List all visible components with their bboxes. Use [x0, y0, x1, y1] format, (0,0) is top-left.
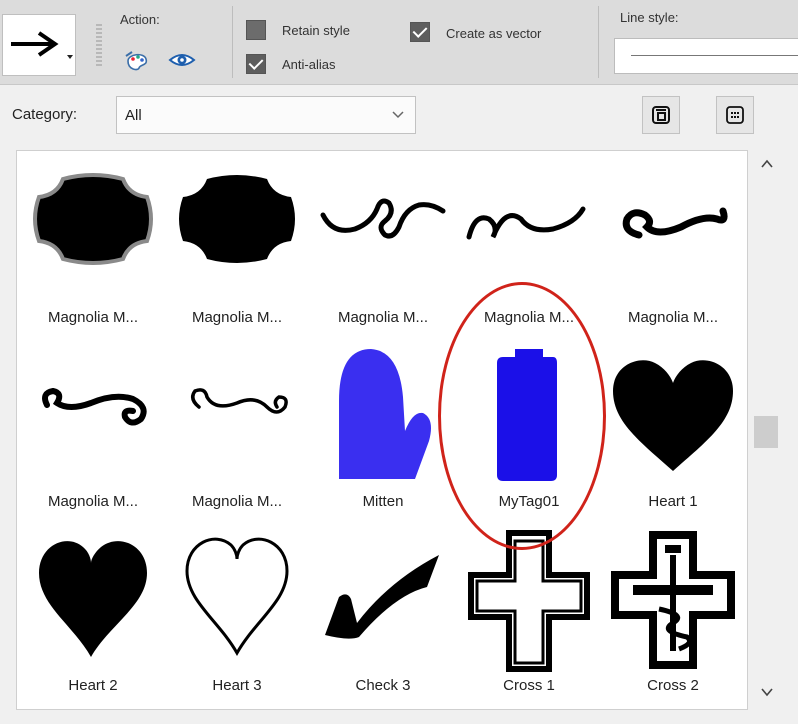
magnolia-scroll-thick-icon	[42, 387, 147, 426]
shape-label: Cross 1	[503, 677, 555, 694]
heart-solid-icon	[613, 360, 733, 471]
shape-item[interactable]: Heart 1	[603, 341, 743, 511]
shape-item[interactable]: Magnolia M...	[313, 157, 453, 327]
shape-item[interactable]: Magnolia M...	[23, 341, 163, 511]
shape-gallery: Magnolia M... Magnolia M... Magnolia M..…	[16, 150, 748, 710]
scroll-thumb[interactable]	[754, 416, 778, 448]
shape-item[interactable]: Heart 3	[167, 525, 307, 695]
chevron-down-icon	[67, 55, 73, 59]
view-options-button[interactable]	[716, 96, 754, 134]
checkmark-icon	[325, 555, 439, 639]
toolbar: Action: Retain style Anti-alias Create a…	[0, 0, 798, 85]
shape-label: Check 3	[355, 677, 411, 694]
anti-alias-checkbox[interactable]	[246, 54, 266, 74]
create-vector-label: Create as vector	[446, 26, 542, 41]
anti-alias-label: Anti-alias	[282, 57, 336, 72]
shape-item[interactable]: Magnolia M...	[167, 157, 307, 327]
line-style-label: Line style:	[620, 10, 679, 25]
shape-item[interactable]: Magnolia M...	[603, 157, 743, 327]
shape-label: Heart 1	[648, 493, 698, 510]
category-dropdown[interactable]: All	[116, 96, 416, 134]
toolbar-separator	[232, 6, 233, 78]
shape-label: Mitten	[362, 493, 404, 510]
actions-label: Action:	[120, 12, 160, 27]
shape-item[interactable]: Magnolia M...	[23, 157, 163, 327]
heart-pointed-icon	[39, 541, 147, 657]
palette-icon[interactable]	[124, 50, 150, 77]
line-style-dropdown[interactable]	[614, 38, 798, 74]
magnolia-frame-outline-icon	[33, 173, 153, 265]
shape-label: Cross 2	[647, 677, 699, 694]
grid-icon	[726, 106, 744, 124]
shape-label: Magnolia M...	[47, 309, 139, 326]
heart-outline-icon	[185, 537, 289, 657]
magnolia-flourish-loops-icon	[320, 198, 446, 239]
eye-icon[interactable]	[168, 50, 196, 75]
pharmacy-cross-icon	[611, 531, 735, 669]
arrow-right-icon	[11, 31, 59, 57]
chevron-down-icon[interactable]	[760, 686, 774, 698]
shape-item[interactable]: Cross 2	[603, 525, 743, 695]
line-style-preview	[631, 55, 798, 56]
mitten-icon	[339, 349, 431, 479]
shape-item[interactable]: Cross 1	[459, 525, 599, 695]
shape-item[interactable]: Mitten	[313, 341, 453, 511]
retain-style-label: Retain style	[282, 23, 350, 38]
category-label: Category:	[12, 106, 78, 123]
category-value: All	[125, 107, 142, 124]
gallery-scrollbar[interactable]	[750, 150, 786, 710]
chevron-down-icon	[392, 111, 404, 119]
shape-label: Heart 2	[68, 677, 118, 694]
shape-item[interactable]: Heart 2	[23, 525, 163, 695]
frame-icon	[652, 106, 670, 124]
shape-label: Magnolia M...	[191, 309, 283, 326]
toolbar-grip[interactable]	[96, 24, 102, 68]
magnolia-scroll-thin-icon	[191, 388, 288, 414]
create-vector-checkbox[interactable]	[410, 22, 430, 42]
magnolia-frame-solid-icon	[179, 175, 295, 263]
shape-label: Magnolia M...	[627, 309, 719, 326]
preset-shape-dropdown[interactable]	[2, 14, 76, 76]
shape-item[interactable]: Check 3	[313, 525, 453, 695]
shape-label: Heart 3	[212, 677, 262, 694]
chevron-up-icon[interactable]	[760, 158, 774, 170]
import-shape-button[interactable]	[642, 96, 680, 134]
shape-label: Magnolia M...	[191, 493, 283, 510]
shape-label: Magnolia M...	[47, 493, 139, 510]
toolbar-separator	[598, 6, 599, 78]
shape-item[interactable]: Magnolia M...	[167, 341, 307, 511]
highlight-ellipse	[438, 282, 606, 550]
magnolia-flourish-swirl-icon	[622, 207, 728, 239]
shape-label: Magnolia M...	[337, 309, 429, 326]
retain-style-checkbox[interactable]	[246, 20, 266, 40]
magnolia-flourish-wave-icon	[466, 206, 586, 240]
